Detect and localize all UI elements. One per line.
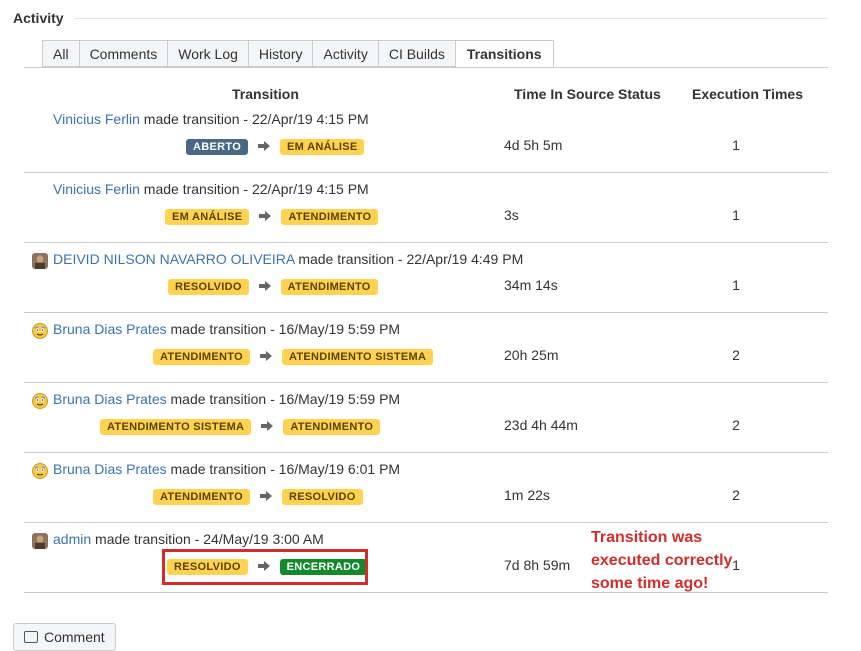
transition-date: 16/May/19 5:59 PM [278,321,401,337]
transition-action-text: made transition - [166,461,279,477]
time-in-source-status: 23d 4h 44m [504,417,578,433]
comment-button-label: Comment [44,629,105,645]
arrow-right-icon [256,350,276,365]
user-link[interactable]: DEIVID NILSON NAVARRO OLIVEIRA [53,251,294,267]
transition-summary: DEIVID NILSON NAVARRO OLIVEIRA made tran… [53,251,523,267]
header-time-in-source-status: Time In Source Status [514,86,661,102]
transition-summary: Bruna Dias Prates made transition - 16/M… [53,321,400,337]
arrow-right-icon [255,210,275,225]
time-in-source-status: 3s [504,207,519,223]
transition-action-text: made transition - [139,111,252,127]
table-row: DEIVID NILSON NAVARRO OLIVEIRA made tran… [24,243,828,313]
transition-action-text: made transition - [139,181,252,197]
time-in-source-status: 1m 22s [504,487,550,503]
execution-times: 1 [732,207,740,223]
comment-icon [24,631,38,643]
execution-times: 2 [732,417,740,433]
tab-history[interactable]: History [247,40,313,67]
transition-date: 22/Apr/19 4:15 PM [251,181,369,197]
time-in-source-status: 34m 14s [504,277,558,293]
transition-action-text: made transition - [91,531,204,547]
transition-action-text: made transition - [294,251,407,267]
user-link[interactable]: Bruna Dias Prates [53,461,167,477]
status-transition: ATENDIMENTO ATENDIMENTO SISTEMA [153,349,434,365]
activity-section-title: Activity [13,10,64,26]
source-status-badge: ATENDIMENTO [153,349,250,365]
user-avatar[interactable] [32,253,48,269]
transition-date: 16/May/19 5:59 PM [278,391,401,407]
user-link[interactable]: Bruna Dias Prates [53,391,167,407]
arrow-right-icon [257,420,277,435]
source-status-badge: RESOLVIDO [168,279,249,295]
destination-status-badge: RESOLVIDO [281,489,363,505]
destination-status-badge: ATENDIMENTO SISTEMA [281,349,434,365]
time-in-source-status: 20h 25m [504,347,559,363]
arrow-right-icon [254,140,274,155]
table-row: Bruna Dias Prates made transition - 16/M… [24,313,828,383]
destination-status-badge: ATENDIMENTO [280,279,378,295]
tab-activity[interactable]: Activity [312,40,378,67]
user-link[interactable]: Bruna Dias Prates [53,321,167,337]
tab-transitions[interactable]: Transitions [454,40,554,68]
table-row: Vinicius Ferlin made transition - 22/Apr… [24,173,828,243]
header-transition: Transition [232,86,299,102]
destination-status-badge: ATENDIMENTO [281,209,379,225]
transition-summary: Vinicius Ferlin made transition - 22/Apr… [53,181,369,197]
source-status-badge: ATENDIMENTO [153,489,250,505]
time-in-source-status: 4d 5h 5m [504,137,563,153]
annotation-callout: Transition was executed correctly some t… [591,529,733,592]
arrow-right-icon [256,490,276,505]
tab-all[interactable]: All [42,40,79,67]
status-transition: RESOLVIDO ATENDIMENTO [168,279,378,295]
user-avatar-emoji-icon[interactable] [32,393,48,409]
arrow-right-icon [255,280,275,295]
table-row: Bruna Dias Prates made transition - 16/M… [24,383,828,453]
status-transition: EM ANÁLISE ATENDIMENTO [165,209,379,225]
tabs-divider [24,67,828,68]
transition-action-text: made transition - [166,391,279,407]
source-status-badge: EM ANÁLISE [165,209,250,225]
destination-status-badge: EM ANÁLISE [280,139,365,155]
transition-date: 22/Apr/19 4:15 PM [251,111,369,127]
transition-date: 16/May/19 6:01 PM [278,461,401,477]
tab-comments[interactable]: Comments [78,40,168,67]
tab-ci-builds[interactable]: CI Builds [377,40,455,67]
time-in-source-status: 7d 8h 59m [504,557,571,573]
table-row: Bruna Dias Prates made transition - 16/M… [24,453,828,523]
transition-summary: Bruna Dias Prates made transition - 16/M… [53,391,400,407]
highlight-box [162,549,368,585]
transition-summary: Bruna Dias Prates made transition - 16/M… [53,461,400,477]
destination-status-badge: ATENDIMENTO [283,419,381,435]
transition-action-text: made transition - [166,321,279,337]
source-status-badge: ABERTO [186,139,249,155]
transition-date: 24/May/19 3:00 AM [203,531,324,547]
source-status-badge: ATENDIMENTO SISTEMA [100,419,252,435]
execution-times: 2 [732,487,740,503]
table-row: Vinicius Ferlin made transition - 22/Apr… [24,103,828,173]
execution-times: 1 [732,137,740,153]
execution-times: 1 [732,277,740,293]
comment-button[interactable]: Comment [13,623,116,651]
execution-times: 2 [732,347,740,363]
user-avatar-emoji-icon[interactable] [32,463,48,479]
user-avatar-emoji-icon[interactable] [32,323,48,339]
status-transition: ATENDIMENTO RESOLVIDO [153,489,363,505]
user-link[interactable]: Vinicius Ferlin [53,181,140,197]
tab-work-log[interactable]: Work Log [167,40,248,67]
transition-date: 22/Apr/19 4:49 PM [406,251,524,267]
section-divider [74,18,828,19]
transition-summary: admin made transition - 24/May/19 3:00 A… [53,531,324,547]
user-link[interactable]: admin [53,531,91,547]
activity-tabs: All Comments Work Log History Activity CI Bui… [42,40,554,68]
user-avatar[interactable] [32,533,48,549]
user-link[interactable]: Vinicius Ferlin [53,111,140,127]
status-transition: ABERTO EM ANÁLISE [186,139,365,155]
status-transition: ATENDIMENTO SISTEMA ATENDIMENTO [100,419,381,435]
transition-summary: Vinicius Ferlin made transition - 22/Apr… [53,111,369,127]
header-execution-times: Execution Times [692,86,804,102]
